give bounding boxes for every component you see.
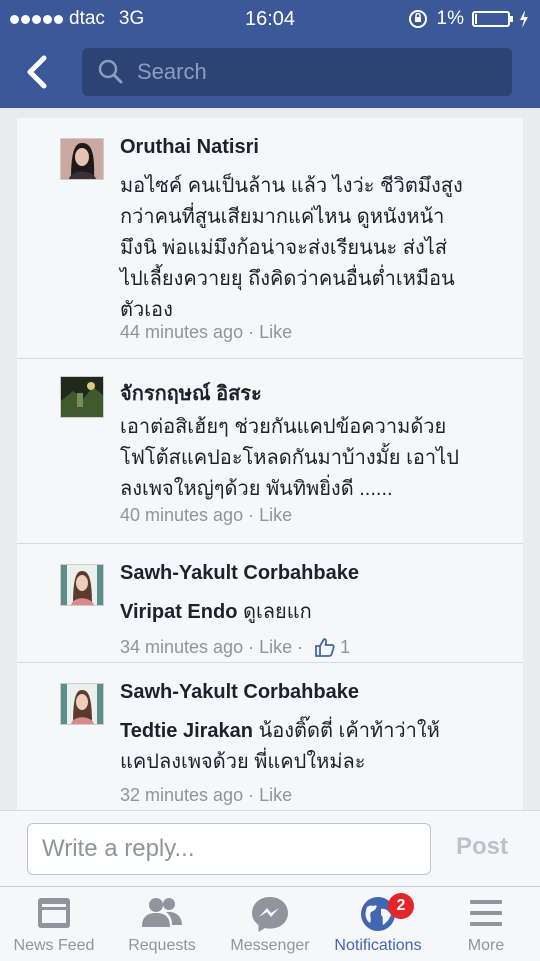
comment-author[interactable]: Sawh-Yakult Corbahbake (120, 562, 359, 585)
comment-item: Sawh-Yakult Corbahbake Tedtie Jirakan น้… (17, 663, 523, 810)
like-link[interactable]: Like (259, 322, 292, 343)
reply-placeholder: Write a reply... (42, 835, 195, 862)
comment-text: เอาต่อสิเฮ้ยๆ ช่วยกันแคปข้อความด้วย โฟโต… (120, 416, 459, 500)
back-button[interactable] (22, 52, 62, 96)
comment-meta: 32 minutes ago · Like (120, 785, 293, 806)
status-right: 1% (407, 8, 530, 30)
bottom-tab-bar: News Feed Requests Messenger 2 Notificat… (0, 886, 540, 961)
avatar[interactable] (60, 683, 104, 725)
tab-messenger[interactable]: Messenger (216, 887, 324, 961)
comment-author[interactable]: Sawh-Yakult Corbahbake (120, 681, 359, 704)
comment-text: Viripat Endo ดูเลยแก (120, 601, 312, 623)
tab-more[interactable]: More (432, 887, 540, 961)
comments-list: Oruthai Natisri มอไซค์ คนเป็นล้าน แล้ว ไ… (17, 118, 523, 810)
search-icon (98, 59, 123, 84)
news-feed-icon (38, 898, 70, 928)
avatar[interactable] (60, 564, 104, 606)
comment-text: มอไซค์ คนเป็นล้าน แล้ว ไงว่ะ ชีวิตมึงสูง… (120, 175, 463, 321)
comment-timestamp: 40 minutes ago (120, 505, 244, 525)
profile-photo (61, 139, 103, 179)
comment-author[interactable]: Oruthai Natisri (120, 136, 259, 159)
battery-icon (472, 11, 513, 27)
comment-meta: 40 minutes ago · Like (120, 505, 293, 526)
chevron-left-icon (27, 55, 47, 89)
reply-input[interactable]: Write a reply... (27, 823, 431, 875)
battery-percent: 1% (436, 8, 464, 29)
top-nav-bar: Search (0, 40, 540, 108)
post-button[interactable]: Post (456, 833, 508, 861)
comment-meta: 34 minutes ago · Like · 1 (120, 636, 351, 658)
menu-lines-icon (470, 900, 502, 926)
messenger-icon (252, 897, 288, 932)
mentioned-user[interactable]: Viripat Endo (120, 601, 237, 623)
thumbs-up-icon (315, 638, 335, 657)
comment-item: Oruthai Natisri มอไซค์ คนเป็นล้าน แล้ว ไ… (17, 118, 523, 359)
status-bar: dtac 3G 16:04 1% (0, 0, 540, 40)
search-placeholder: Search (137, 59, 207, 84)
charging-bolt-icon (520, 10, 528, 28)
comment-meta: 44 minutes ago · Like (120, 322, 293, 343)
reply-composer: Write a reply... Post (0, 810, 540, 887)
friend-requests-icon (142, 898, 182, 927)
search-input[interactable]: Search (82, 48, 512, 96)
like-count-value: 1 (340, 636, 351, 657)
comment-item: จักรกฤษณ์ อิสระ เอาต่อสิเฮ้ยๆ ช่วยกันแคป… (17, 359, 523, 544)
mentioned-user[interactable]: Tedtie Jirakan (120, 720, 253, 742)
comment-timestamp: 32 minutes ago (120, 785, 244, 805)
like-link[interactable]: Like (259, 505, 292, 526)
avatar[interactable] (60, 138, 104, 180)
comment-timestamp: 34 minutes ago (120, 636, 244, 657)
like-link[interactable]: Like (259, 637, 292, 658)
notification-badge: 2 (388, 893, 414, 919)
comment-text: Tedtie Jirakan น้องติ๊ดตี่ เค้าท้าว่าให้… (120, 720, 440, 773)
like-link[interactable]: Like (259, 785, 292, 806)
tab-label: More (467, 937, 505, 954)
tab-requests[interactable]: Requests (108, 887, 216, 961)
avatar[interactable] (60, 376, 104, 418)
profile-photo (61, 684, 103, 724)
comment-timestamp: 44 minutes ago (120, 322, 244, 342)
comment-item: Sawh-Yakult Corbahbake Viripat Endo ดูเล… (17, 544, 523, 663)
rotation-lock-icon (408, 10, 427, 28)
like-count[interactable]: 1 (314, 636, 350, 658)
profile-photo (61, 565, 103, 605)
tab-notifications[interactable]: 2 Notifications (324, 887, 432, 961)
comments-feed: Oruthai Natisri มอไซค์ คนเป็นล้าน แล้ว ไ… (0, 108, 540, 810)
comment-author[interactable]: จักรกฤษณ์ อิสระ (120, 377, 262, 409)
profile-photo (61, 377, 103, 417)
tab-news-feed[interactable]: News Feed (0, 887, 108, 961)
